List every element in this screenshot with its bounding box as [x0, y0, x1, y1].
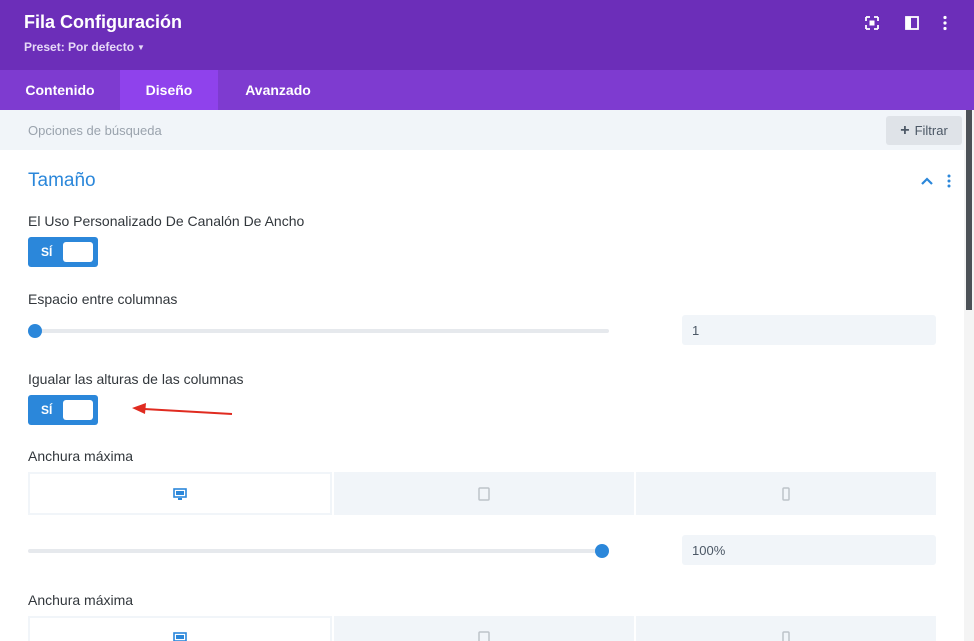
more-vertical-icon[interactable]: [936, 14, 954, 32]
section-more-icon[interactable]: [940, 172, 958, 190]
desktop-icon: [173, 487, 187, 500]
section-title[interactable]: Tamaño: [28, 170, 96, 192]
max-width-label: Anchura máxima: [28, 448, 134, 464]
filter-button[interactable]: + Filtrar: [886, 116, 962, 145]
annotation-arrow: [132, 403, 233, 415]
gutter-width-slider[interactable]: [28, 329, 609, 333]
search-bar: Opciones de búsqueda + Filtrar: [0, 110, 964, 150]
tab-contenido[interactable]: Contenido: [0, 70, 120, 110]
device-tabs: [28, 472, 936, 515]
toggle-knob: [63, 400, 93, 420]
desktop-icon: [173, 631, 187, 641]
toggle-knob: [63, 242, 93, 262]
chevron-up-icon[interactable]: [918, 172, 936, 190]
toggle-text: SÍ: [41, 403, 53, 417]
modal-header: Fila Configuración Preset: Por defecto ▼: [0, 0, 974, 70]
preset-label: Preset: Por defecto: [24, 40, 135, 54]
plus-icon: +: [900, 121, 910, 139]
search-input[interactable]: Opciones de búsqueda: [28, 123, 162, 138]
modal-title: Fila Configuración: [24, 12, 183, 32]
gutter-width-input[interactable]: 1: [682, 315, 936, 345]
toggle-text: SÍ: [41, 245, 53, 259]
device-tabs-2: [28, 616, 936, 641]
device-tab-desktop[interactable]: [28, 616, 332, 641]
tablet-icon: [478, 486, 490, 501]
split-view-icon[interactable]: [903, 14, 921, 32]
preset-selector[interactable]: Preset: Por defecto ▼: [24, 40, 145, 54]
max-width-slider-knob[interactable]: [595, 544, 609, 558]
device-tab-tablet[interactable]: [334, 616, 634, 641]
max-width-input[interactable]: 100%: [682, 535, 936, 565]
filter-label: Filtrar: [914, 123, 948, 138]
device-tab-phone[interactable]: [636, 616, 936, 641]
caret-down-icon: ▼: [137, 43, 145, 52]
max-width-label-2: Anchura máxima: [28, 592, 134, 608]
gutter-width-slider-knob[interactable]: [28, 324, 42, 338]
phone-icon: [782, 486, 790, 501]
tablet-icon: [478, 630, 490, 641]
gutter-width-label: Espacio entre columnas: [28, 291, 178, 307]
max-width-slider[interactable]: [28, 549, 609, 553]
equal-heights-label: Igualar las alturas de las columnas: [28, 371, 244, 387]
custom-gutter-label: El Uso Personalizado De Canalón De Ancho: [28, 213, 305, 229]
fullscreen-icon[interactable]: [863, 14, 881, 32]
tab-avanzado[interactable]: Avanzado: [218, 70, 338, 110]
scrollbar-thumb[interactable]: [966, 110, 972, 310]
phone-icon: [782, 630, 790, 641]
scrollbar[interactable]: [964, 110, 974, 641]
device-tab-desktop[interactable]: [28, 472, 332, 515]
tab-diseno[interactable]: Diseño: [120, 70, 218, 110]
tab-bar: Contenido Diseño Avanzado: [0, 70, 974, 110]
equal-heights-toggle[interactable]: SÍ: [28, 395, 98, 425]
custom-gutter-toggle[interactable]: SÍ: [28, 237, 98, 267]
device-tab-phone[interactable]: [636, 472, 936, 515]
device-tab-tablet[interactable]: [334, 472, 634, 515]
